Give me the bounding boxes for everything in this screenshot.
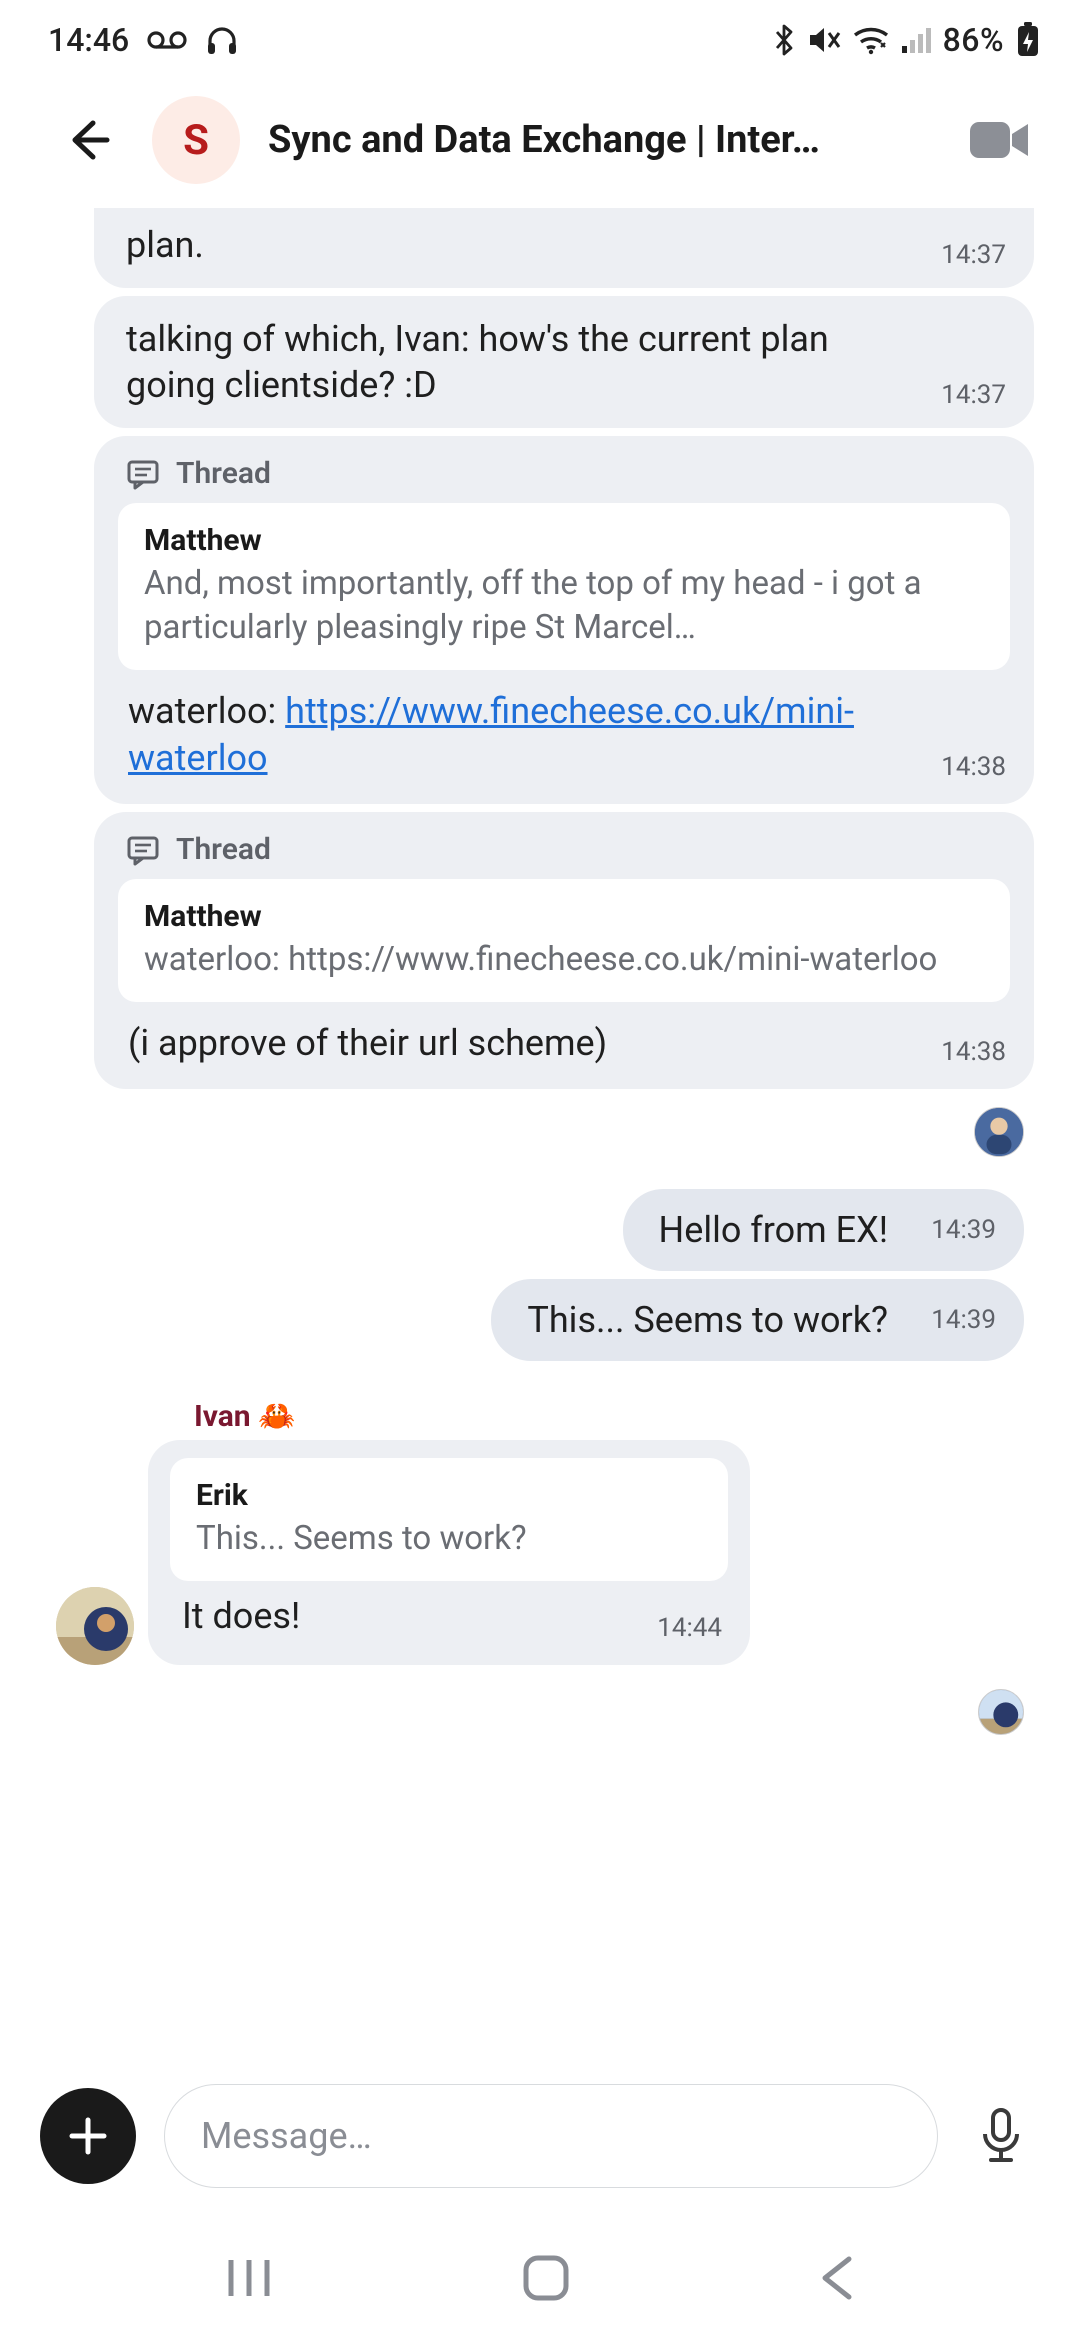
status-time: 14:46: [48, 21, 129, 59]
volume-mute-icon: [807, 24, 841, 56]
attach-button[interactable]: [40, 2088, 136, 2184]
message-text: plan.: [94, 208, 1034, 288]
message-time: 14:38: [941, 1037, 1006, 1067]
room-avatar-letter: S: [183, 116, 209, 165]
avatar: [974, 1107, 1024, 1157]
bluetooth-icon: [773, 23, 795, 57]
message-thread[interactable]: Thread Matthew And, most importantly, of…: [94, 436, 1034, 804]
voice-message-button[interactable]: [966, 2101, 1036, 2171]
message-incoming[interactable]: plan. 14:37: [94, 208, 1034, 288]
quote-author: Matthew: [144, 523, 984, 558]
message-list[interactable]: plan. 14:37 talking of which, Ivan: how'…: [0, 200, 1080, 2052]
thread-header[interactable]: Thread: [94, 832, 1034, 879]
composer: Message…: [0, 2052, 1080, 2220]
message-incoming[interactable]: Erik This... Seems to work? It does! 14:…: [148, 1440, 750, 1665]
signal-icon: [901, 26, 931, 54]
message-time: 14:44: [657, 1613, 722, 1643]
thread-header[interactable]: Thread: [94, 456, 1034, 503]
thread-label: Thread: [176, 456, 271, 491]
message-incoming[interactable]: talking of which, Ivan: how's the curren…: [94, 296, 1034, 428]
message-input[interactable]: Message…: [164, 2084, 938, 2188]
voicemail-icon: [147, 29, 187, 51]
app-header: S Sync and Data Exchange | Inter…: [0, 80, 1080, 200]
room-title[interactable]: Sync and Data Exchange | Inter…: [268, 118, 932, 162]
message-thread[interactable]: Thread Matthew waterloo: https://www.fin…: [94, 812, 1034, 1089]
read-receipt: [0, 1097, 1080, 1189]
sender-name: Ivan 🦀: [194, 1399, 1080, 1434]
recents-button[interactable]: [221, 2254, 277, 2306]
quote-author: Erik: [196, 1478, 702, 1513]
battery-charging-icon: [1016, 22, 1040, 58]
avatar: [978, 1689, 1024, 1735]
quote-author: Matthew: [144, 899, 984, 934]
device-nav-bar: [0, 2220, 1080, 2340]
quote-card[interactable]: Matthew waterloo: https://www.finecheese…: [118, 879, 1010, 1002]
read-receipt: [0, 1673, 1080, 1767]
back-nav-button[interactable]: [815, 2253, 859, 2307]
back-button[interactable]: [58, 110, 118, 170]
message-time: 14:39: [931, 1305, 996, 1335]
message-text: waterloo: https://www.finecheese.co.uk/m…: [94, 670, 1034, 804]
battery-percent: 86%: [943, 21, 1004, 59]
message-text: talking of which, Ivan: how's the curren…: [94, 296, 1034, 428]
thread-icon: [126, 457, 160, 491]
quote-text: This... Seems to work?: [196, 1517, 702, 1561]
thread-label: Thread: [176, 832, 271, 867]
home-button[interactable]: [518, 2250, 574, 2310]
quote-text: waterloo: https://www.finecheese.co.uk/m…: [144, 938, 984, 982]
message-time: 14:39: [931, 1215, 996, 1245]
avatar[interactable]: [56, 1587, 134, 1665]
video-call-button[interactable]: [960, 110, 1040, 170]
message-time: 14:37: [941, 240, 1006, 270]
wifi-icon: [853, 25, 889, 55]
message-outgoing[interactable]: Hello from EX! 14:39: [623, 1189, 1024, 1271]
quote-card[interactable]: Matthew And, most importantly, off the t…: [118, 503, 1010, 670]
thread-icon: [126, 833, 160, 867]
message-text: This... Seems to work?: [527, 1297, 988, 1343]
message-outgoing[interactable]: This... Seems to work? 14:39: [491, 1279, 1024, 1361]
quote-text: And, most importantly, off the top of my…: [144, 562, 984, 650]
status-bar: 14:46 86%: [0, 0, 1080, 80]
message-text: (i approve of their url scheme): [94, 1002, 1034, 1089]
room-avatar[interactable]: S: [152, 96, 240, 184]
message-input-placeholder: Message…: [201, 2115, 372, 2157]
headphones-icon: [205, 23, 239, 57]
message-time: 14:37: [941, 380, 1006, 410]
quote-card[interactable]: Erik This... Seems to work?: [170, 1458, 728, 1581]
message-time: 14:38: [941, 752, 1006, 782]
